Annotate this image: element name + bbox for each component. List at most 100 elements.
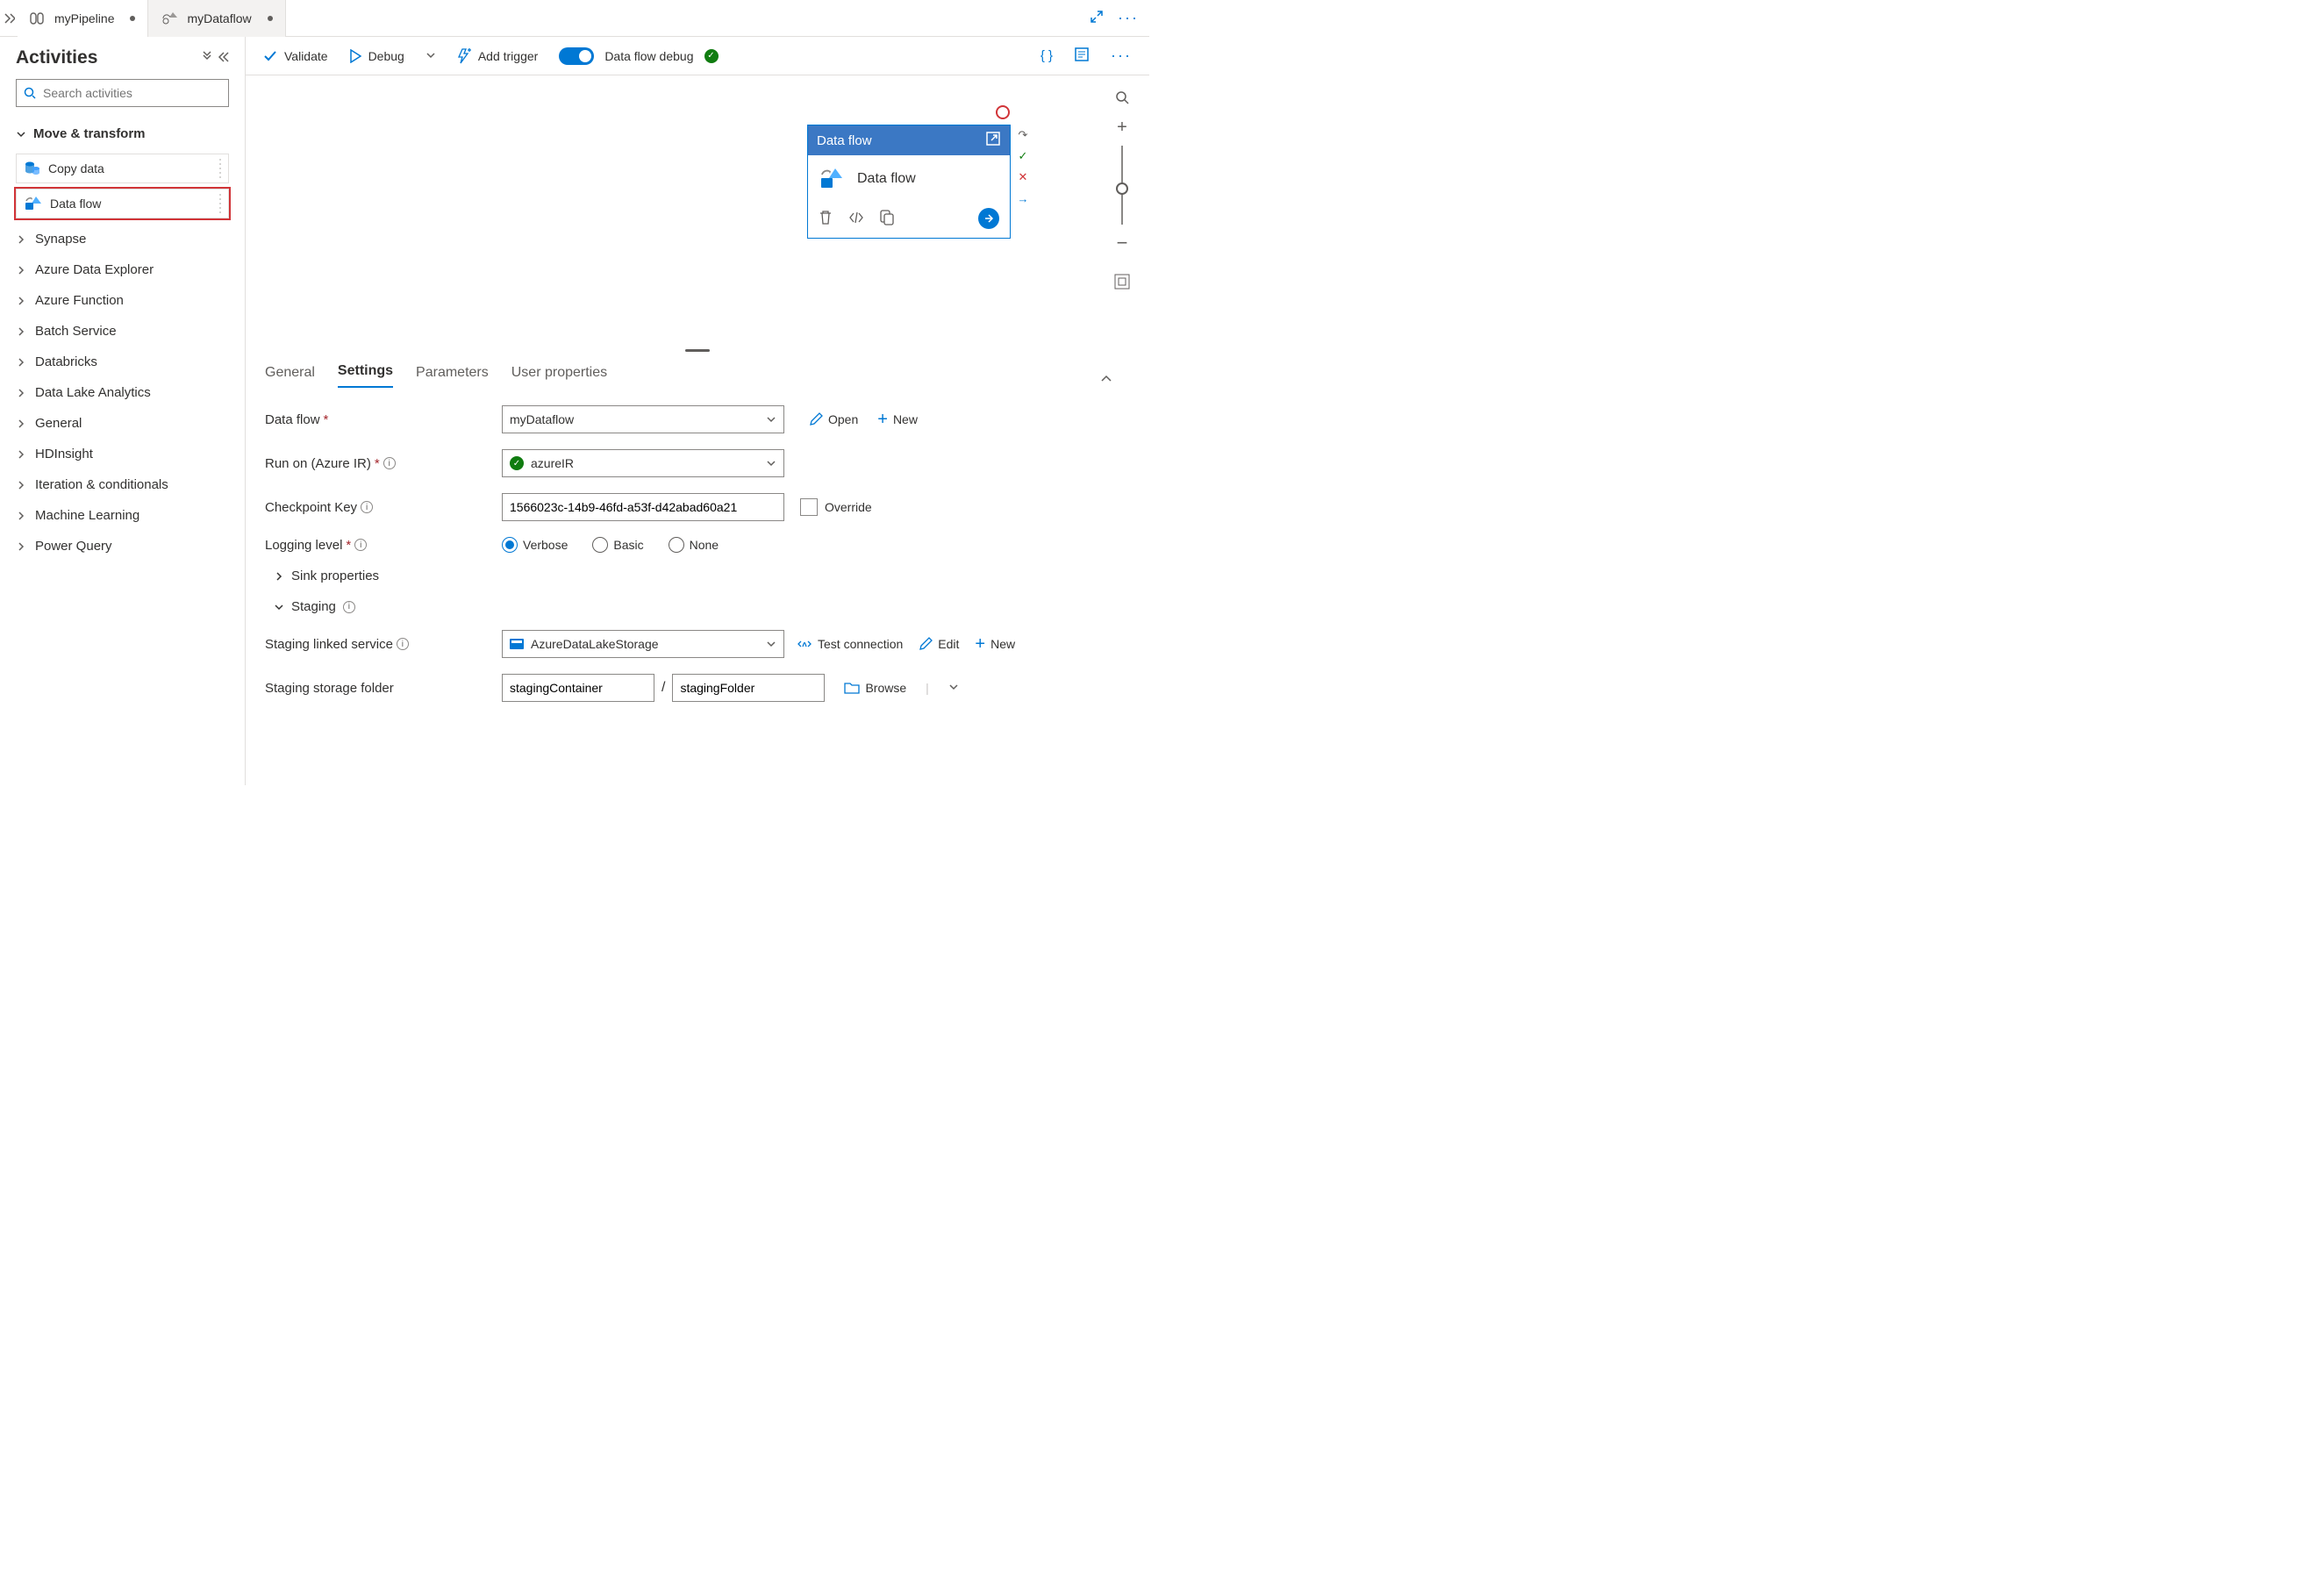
activities-sidebar: Activities Move & transform Copy data Da… bbox=[0, 37, 246, 785]
folder-icon bbox=[844, 682, 860, 694]
staging-service-select[interactable]: AzureDataLakeStorage bbox=[502, 630, 784, 658]
success-handle-icon[interactable]: ✓ bbox=[1016, 149, 1030, 163]
zoom-out-icon[interactable]: − bbox=[1107, 228, 1137, 258]
code-node-icon[interactable] bbox=[848, 211, 864, 226]
dataflow-icon bbox=[24, 196, 43, 211]
copy-data-icon bbox=[24, 161, 41, 176]
connect-icon bbox=[797, 637, 812, 651]
pipeline-canvas[interactable]: ↷ ✓ ✕ → Data flow Data flow bbox=[246, 75, 1149, 347]
runon-select[interactable]: ✓azureIR bbox=[502, 449, 784, 477]
tab-parameters[interactable]: Parameters bbox=[416, 358, 489, 388]
more-icon[interactable]: ··· bbox=[1118, 9, 1139, 27]
zoom-in-icon[interactable]: + bbox=[1107, 112, 1137, 142]
dataflow-node-icon bbox=[819, 168, 845, 190]
expand-all-icon[interactable] bbox=[201, 51, 213, 66]
redo-handle-icon[interactable]: ↷ bbox=[1016, 128, 1030, 142]
category-hdinsight[interactable]: HDInsight bbox=[16, 439, 229, 469]
skip-handle-icon[interactable]: → bbox=[1016, 191, 1030, 205]
delete-node-icon[interactable] bbox=[819, 210, 833, 228]
validate-button[interactable]: Validate bbox=[263, 49, 328, 63]
open-node-icon[interactable] bbox=[985, 131, 1001, 150]
tab-dataflow[interactable]: myDataflow bbox=[148, 0, 285, 37]
activity-copy-data[interactable]: Copy data bbox=[16, 154, 229, 183]
tab-pipeline[interactable]: myPipeline bbox=[18, 0, 148, 37]
search-input[interactable] bbox=[16, 79, 229, 107]
info-icon[interactable]: i bbox=[361, 501, 373, 513]
tab-label: myPipeline bbox=[54, 11, 114, 25]
category-power-query[interactable]: Power Query bbox=[16, 531, 229, 562]
trigger-icon bbox=[457, 48, 471, 64]
tab-general[interactable]: General bbox=[265, 358, 315, 388]
category-synapse[interactable]: Synapse bbox=[16, 224, 229, 254]
info-icon[interactable]: i bbox=[343, 601, 355, 613]
category-general[interactable]: General bbox=[16, 408, 229, 439]
open-button[interactable]: Open bbox=[809, 410, 858, 430]
panel-collapse-icon[interactable] bbox=[1100, 373, 1130, 388]
pipeline-toolbar: Validate Debug Add trigger Data flow deb… bbox=[246, 37, 1149, 75]
expand-icon[interactable] bbox=[1090, 10, 1104, 26]
node-side-handles: ↷ ✓ ✕ → bbox=[1016, 128, 1039, 205]
chevron-down-icon bbox=[16, 129, 26, 139]
radio-none[interactable]: None bbox=[669, 537, 719, 553]
dataflow-node[interactable]: Data flow Data flow bbox=[807, 125, 1011, 239]
staging-folder-input[interactable] bbox=[672, 674, 825, 702]
category-machine-learning[interactable]: Machine Learning bbox=[16, 500, 229, 531]
copy-node-icon[interactable] bbox=[880, 210, 894, 228]
info-icon[interactable]: i bbox=[354, 539, 367, 551]
debug-dropdown[interactable] bbox=[425, 49, 436, 63]
checkpoint-input[interactable] bbox=[502, 493, 784, 521]
info-icon[interactable]: i bbox=[383, 457, 396, 469]
json-view-button[interactable]: { } bbox=[1040, 48, 1053, 63]
category-iteration-conditionals[interactable]: Iteration & conditionals bbox=[16, 469, 229, 500]
new-service-button[interactable]: + New bbox=[975, 634, 1015, 655]
panel-tabs: General Settings Parameters User propert… bbox=[246, 353, 1149, 388]
collapse-sidebar-icon[interactable] bbox=[217, 51, 229, 66]
radio-basic[interactable]: Basic bbox=[592, 537, 643, 553]
browse-dropdown[interactable] bbox=[948, 681, 959, 695]
pipeline-icon bbox=[30, 11, 47, 25]
radio-verbose[interactable]: Verbose bbox=[502, 537, 568, 553]
chevron-right-icon bbox=[16, 326, 26, 337]
category-data-lake-analytics[interactable]: Data Lake Analytics bbox=[16, 377, 229, 408]
zoom-search-icon[interactable] bbox=[1107, 82, 1137, 112]
zoom-fit-icon[interactable] bbox=[1107, 267, 1137, 297]
staging-container-input[interactable] bbox=[502, 674, 654, 702]
drag-handle-icon bbox=[216, 193, 225, 214]
dataflow-tab-icon bbox=[161, 11, 180, 26]
staging-toggle[interactable]: Staging i bbox=[274, 599, 1130, 614]
info-icon[interactable]: i bbox=[397, 638, 409, 650]
toggle-switch[interactable] bbox=[559, 47, 594, 65]
new-button[interactable]: + New bbox=[877, 410, 918, 430]
category-azure-data-explorer[interactable]: Azure Data Explorer bbox=[16, 254, 229, 285]
category-batch-service[interactable]: Batch Service bbox=[16, 316, 229, 347]
category-move-transform[interactable]: Move & transform bbox=[16, 119, 229, 148]
expand-left-button[interactable] bbox=[0, 12, 18, 25]
dataflow-debug-toggle[interactable]: Data flow debug ✓ bbox=[559, 47, 718, 65]
error-marker-icon bbox=[996, 105, 1010, 119]
run-node-icon[interactable] bbox=[978, 208, 999, 229]
tab-user-properties[interactable]: User properties bbox=[511, 358, 607, 388]
edit-icon bbox=[919, 637, 933, 651]
sink-properties-toggle[interactable]: Sink properties bbox=[274, 569, 1130, 583]
chevron-right-icon bbox=[16, 296, 26, 306]
category-databricks[interactable]: Databricks bbox=[16, 347, 229, 377]
dataflow-select[interactable]: myDataflow bbox=[502, 405, 784, 433]
storage-icon bbox=[510, 639, 524, 649]
status-ok-icon: ✓ bbox=[704, 49, 719, 63]
chevron-down-icon bbox=[766, 639, 776, 649]
override-checkbox[interactable] bbox=[800, 498, 818, 516]
more-button[interactable]: ··· bbox=[1111, 46, 1132, 65]
chevron-down-icon bbox=[766, 414, 776, 425]
category-azure-function[interactable]: Azure Function bbox=[16, 285, 229, 316]
edit-button[interactable]: Edit bbox=[919, 634, 959, 655]
properties-button[interactable] bbox=[1074, 46, 1090, 65]
tab-settings[interactable]: Settings bbox=[338, 356, 393, 388]
fail-handle-icon[interactable]: ✕ bbox=[1016, 170, 1030, 184]
browse-button[interactable]: Browse bbox=[844, 681, 906, 695]
test-connection-button[interactable]: Test connection bbox=[797, 634, 903, 655]
add-trigger-button[interactable]: Add trigger bbox=[457, 48, 538, 64]
zoom-slider[interactable] bbox=[1121, 146, 1123, 225]
debug-button[interactable]: Debug bbox=[349, 49, 404, 63]
chevron-down-icon bbox=[766, 458, 776, 469]
activity-data-flow[interactable]: Data flow bbox=[16, 189, 229, 218]
